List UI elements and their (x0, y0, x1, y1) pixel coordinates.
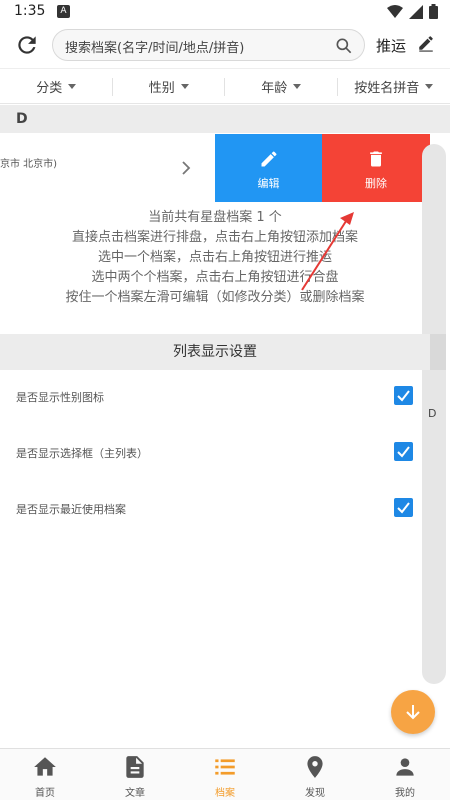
person-icon (396, 758, 414, 776)
delete-button[interactable]: 删除 (322, 134, 430, 202)
filter-label: 年龄 (261, 80, 288, 96)
setting-gender-icon[interactable]: 是否显示性别图标 (0, 374, 430, 420)
filter-label: 分类 (36, 80, 63, 96)
filter-bar: 分类 性别 年龄 按姓名拼音 (0, 68, 450, 104)
nav-label: 档案 (215, 788, 235, 799)
push-button[interactable]: 推运 (376, 35, 406, 56)
article-icon (126, 756, 144, 778)
signal-icon (409, 4, 423, 19)
info-line: 按住一个档案左滑可编辑（如修改分类）或删除档案 (65, 290, 365, 305)
annotation-arrow (301, 212, 354, 291)
search-input[interactable]: 搜索档案(名字/时间/地点/拼音) (52, 29, 365, 61)
wifi-icon (387, 4, 403, 18)
caret-down-icon (293, 83, 302, 89)
info-line: 选中两个个档案，点击右上角按钮进行合盘 (91, 270, 339, 285)
bottom-nav: 首页 文章 档案 发现 我的 (0, 748, 450, 800)
status-bar: 1:35 A (0, 0, 450, 24)
edit-label: 编辑 (257, 177, 280, 190)
info-text: 当前共有星盘档案 1 个 直接点击档案进行排盘，点击右上角按钮添加档案 选中一个… (0, 208, 430, 308)
filter-gender[interactable]: 性别 (113, 69, 226, 103)
refresh-icon[interactable] (14, 32, 40, 58)
nav-articles[interactable]: 文章 (90, 749, 180, 800)
caret-down-icon (180, 83, 189, 89)
checkbox-checked-icon[interactable] (394, 386, 413, 405)
nav-label: 发现 (305, 788, 325, 799)
location-pin-icon (307, 756, 323, 778)
settings-header: 列表显示设置 (0, 334, 430, 370)
battery-icon (429, 4, 438, 19)
nav-discover[interactable]: 发现 (270, 749, 360, 800)
status-icons (387, 4, 438, 19)
setting-label: 是否显示性别图标 (16, 391, 104, 404)
notification-icon: A (57, 5, 70, 18)
filter-category[interactable]: 分类 (0, 69, 113, 103)
caret-down-icon (425, 83, 434, 89)
nav-label: 我的 (395, 788, 415, 799)
section-letter: D (16, 111, 28, 127)
scroll-down-fab[interactable] (391, 690, 435, 734)
filter-label: 性别 (148, 80, 175, 96)
nav-home[interactable]: 首页 (0, 749, 90, 800)
section-header: D (0, 105, 450, 133)
info-line: 当前共有星盘档案 1 个 (148, 210, 282, 225)
pencil-icon (261, 151, 277, 167)
setting-label: 是否显示选择框（主列表） (16, 447, 148, 460)
search-icon[interactable] (334, 36, 354, 56)
caret-down-icon (68, 83, 77, 89)
home-icon (34, 757, 56, 776)
nav-records[interactable]: 档案 (180, 749, 270, 800)
filter-label: 按姓名拼音 (354, 80, 420, 96)
filter-age[interactable]: 年龄 (225, 69, 338, 103)
setting-label: 是否显示最近使用档案 (16, 503, 126, 516)
info-line: 直接点击档案进行排盘，点击右上角按钮添加档案 (71, 230, 358, 245)
edit-button[interactable]: 编辑 (215, 134, 322, 202)
info-line: 选中一个档案，点击右上角按钮进行推运 (97, 250, 332, 265)
nav-label: 首页 (35, 788, 55, 799)
edit-pencil-icon[interactable] (417, 34, 435, 52)
record-location: 京市 北京市) (0, 159, 58, 170)
top-toolbar: 搜索档案(名字/时间/地点/拼音) 推运 (0, 24, 450, 66)
nav-label: 文章 (125, 788, 145, 799)
list-icon (215, 759, 235, 775)
checkbox-checked-icon[interactable] (394, 498, 413, 517)
filter-sort[interactable]: 按姓名拼音 (338, 69, 450, 103)
checkbox-checked-icon[interactable] (394, 442, 413, 461)
setting-recent-records[interactable]: 是否显示最近使用档案 (0, 486, 430, 532)
trash-icon (370, 151, 382, 167)
arrow-down-icon (406, 705, 420, 720)
search-placeholder: 搜索档案(名字/时间/地点/拼音) (65, 41, 245, 56)
delete-label: 删除 (365, 177, 387, 190)
chevron-right-icon (182, 161, 191, 175)
setting-select-box[interactable]: 是否显示选择框（主列表） (0, 430, 430, 476)
status-time: 1:35 (14, 3, 46, 19)
nav-mine[interactable]: 我的 (360, 749, 450, 800)
